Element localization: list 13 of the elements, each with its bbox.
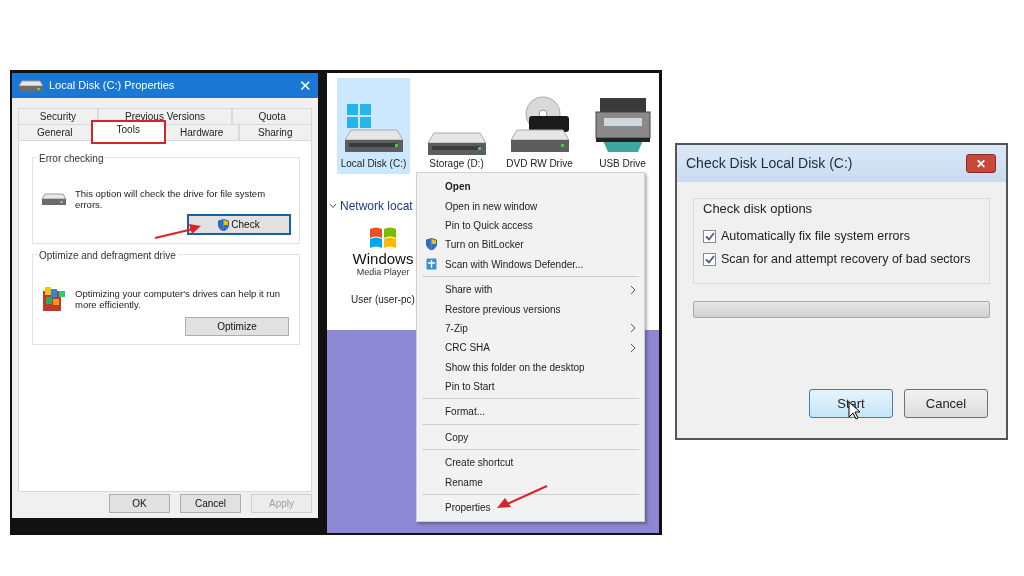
logo-text: Windows	[352, 251, 414, 266]
drive-label: Storage (D:)	[429, 157, 484, 171]
drive-label: Local Disk (C:)	[340, 157, 407, 171]
drive-label: USB Drive	[599, 157, 646, 171]
group-title: Error checking	[37, 151, 106, 166]
drive-label: DVD RW Drive	[506, 157, 573, 171]
group-title: Optimize and defragment drive	[37, 248, 178, 263]
description-text: This option will check the drive for file system errors.	[75, 188, 267, 210]
window-title: Check Disk Local Disk (C:)	[686, 154, 853, 173]
window-title: Local Disk (C:) Properties	[49, 78, 175, 94]
logo-text: Media Player	[356, 266, 410, 279]
group-title: Check disk options	[703, 200, 814, 218]
description-text: Optimizing your computer's drives can help it run more efficiently.	[75, 288, 282, 310]
